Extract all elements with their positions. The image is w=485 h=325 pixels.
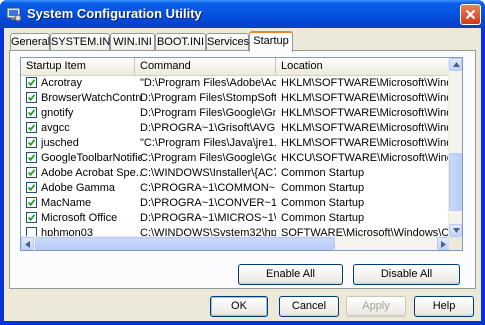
disable-all-label: Disable All [380,268,433,280]
startup-command: "C:\Program Files\Java\jre1.... [140,137,276,149]
vertical-scroll-thumb[interactable] [449,153,462,211]
startup-item-name: gnotify [41,107,74,119]
startup-command: C:\PROGRA~1\COMMON~1\... [140,182,276,194]
tab-general[interactable]: General [10,33,50,51]
table-row[interactable]: GoogleToolbarNotifier C:\Program Files\Go… [21,151,451,165]
table-row[interactable]: jusched "C:\Program Files\Java\jre1.... HK… [21,136,451,150]
startup-item-checkbox[interactable] [26,77,37,88]
table-row[interactable]: Acrotray "D:\Program Files\Adobe\Acr... HK… [21,76,451,90]
horizontal-scrollbar[interactable] [21,236,450,250]
apply-button[interactable]: Apply [346,296,406,317]
startup-item-checkbox[interactable] [26,212,37,223]
startup-command: C:\WINDOWS\Installer\{AC7... [140,167,276,179]
close-icon [465,9,476,20]
arrow-down-icon [453,228,460,233]
startup-location: HKLM\SOFTWARE\Microsoft\Windows\Curre [281,122,451,134]
startup-item-name: Acrotray [41,77,82,89]
enable-all-button[interactable]: Enable All [238,264,343,285]
checkmark-icon [28,199,35,206]
startup-location: HKCU\SOFTWARE\Microsoft\Windows\Curre [281,152,451,164]
tab-system-ini[interactable]: SYSTEM.INI [50,33,113,51]
scroll-left-button[interactable] [21,237,34,250]
close-button[interactable] [460,4,481,25]
column-header-startup-item[interactable]: Startup Item [21,58,135,75]
startup-command: D:\PROGRA~1\MICROS~1\O... [140,212,276,224]
startup-item-name: jusched [41,137,79,149]
startup-item-name: avgcc [41,122,70,134]
startup-command: D:\PROGRA~1\CONVER~1\... [140,197,276,209]
startup-item-checkbox[interactable] [26,137,37,148]
scrollbar-corner [449,237,462,250]
enable-all-label: Enable All [266,268,315,280]
help-button[interactable]: Help [414,296,474,317]
horizontal-scroll-thumb[interactable] [35,237,335,250]
startup-item-name: GoogleToolbarNotifier [41,152,141,164]
checkmark-icon [28,79,35,86]
table-row[interactable]: MacName D:\PROGRA~1\CONVER~1\... Common St… [21,196,451,210]
column-header-location[interactable]: Location [276,58,451,75]
startup-item-checkbox[interactable] [26,107,37,118]
table-row[interactable]: gnotify D:\Program Files\Google\Gma... HKL… [21,106,451,120]
startup-item-name: Adobe Acrobat Spe... [41,167,141,179]
startup-command: D:\PROGRA~1\Grisoft\AVGF... [140,122,276,134]
startup-item-checkbox[interactable] [26,152,37,163]
startup-item-checkbox[interactable] [26,122,37,133]
checkmark-icon [28,214,35,221]
startup-location: HKLM\SOFTWARE\Microsoft\Windows\Curre [281,107,451,119]
arrow-left-icon [25,241,30,248]
table-row[interactable]: Adobe Acrobat Spe... C:\WINDOWS\Installer… [21,166,451,180]
column-header-command[interactable]: Command [135,58,276,75]
startup-location: Common Startup [281,212,365,224]
list-header: Startup Item Command Location [21,58,451,76]
startup-command: C:\Program Files\Google\Goo... [140,152,276,164]
startup-location: Common Startup [281,197,365,209]
tab-win-ini[interactable]: WIN.INI [110,33,155,51]
checkmark-icon [28,139,35,146]
tab-boot-ini[interactable]: BOOT.INI [155,33,206,51]
msconfig-app-icon [6,7,22,22]
startup-item-name: MacName [41,197,92,209]
startup-location: Common Startup [281,182,365,194]
arrow-up-icon [453,62,460,67]
table-row[interactable]: Adobe Gamma C:\PROGRA~1\COMMON~1\... Commo… [21,181,451,195]
title-bar[interactable]: System Configuration Utility [0,0,485,28]
startup-command: D:\Program Files\Google\Gma... [140,107,276,119]
startup-item-name: Microsoft Office [41,212,118,224]
startup-location: Common Startup [281,167,365,179]
vertical-scrollbar[interactable] [448,58,462,237]
startup-command: "D:\Program Files\Adobe\Acr... [140,77,276,89]
scroll-down-button[interactable] [449,224,462,237]
startup-command: D:\Program Files\StompSoft\... [140,92,276,104]
scroll-up-button[interactable] [449,58,462,71]
startup-list[interactable]: Startup Item Command Location Acrotray "D… [20,57,463,251]
window-title: System Configuration Utility [27,6,202,21]
startup-item-name: BrowserWatchControl [41,92,141,104]
checkmark-icon [28,94,35,101]
arrow-right-icon [441,241,446,248]
cancel-button[interactable]: Cancel [279,296,339,317]
table-row[interactable]: avgcc D:\PROGRA~1\Grisoft\AVGF... HKLM\SOF… [21,121,451,135]
startup-item-checkbox[interactable] [26,182,37,193]
ok-button[interactable]: OK [210,296,268,317]
startup-location: HKLM\SOFTWARE\Microsoft\Windows\Curre [281,92,451,104]
startup-item-checkbox[interactable] [26,167,37,178]
tab-services[interactable]: Services [206,33,249,51]
startup-location: HKLM\SOFTWARE\Microsoft\Windows\Curre [281,77,451,89]
startup-location: HKLM\SOFTWARE\Microsoft\Windows\Curre [281,137,451,149]
msconfig-window: System Configuration Utility General SYS… [0,0,485,325]
disable-all-button[interactable]: Disable All [353,264,460,285]
startup-tab-panel: Startup Item Command Location Acrotray "D… [9,50,476,289]
checkmark-icon [28,109,35,116]
checkmark-icon [28,154,35,161]
checkmark-icon [28,184,35,191]
dialog-client-area: General SYSTEM.INI WIN.INI BOOT.INI Serv… [4,28,481,321]
tab-startup[interactable]: Startup [249,31,293,52]
table-row[interactable]: Microsoft Office D:\PROGRA~1\MICROS~1\O..… [21,211,451,225]
checkmark-icon [28,169,35,176]
checkmark-icon [28,124,35,131]
startup-item-name: Adobe Gamma [41,182,115,194]
startup-item-checkbox[interactable] [26,92,37,103]
table-row[interactable]: BrowserWatchControl D:\Program Files\Stom… [21,91,451,105]
startup-item-checkbox[interactable] [26,197,37,208]
